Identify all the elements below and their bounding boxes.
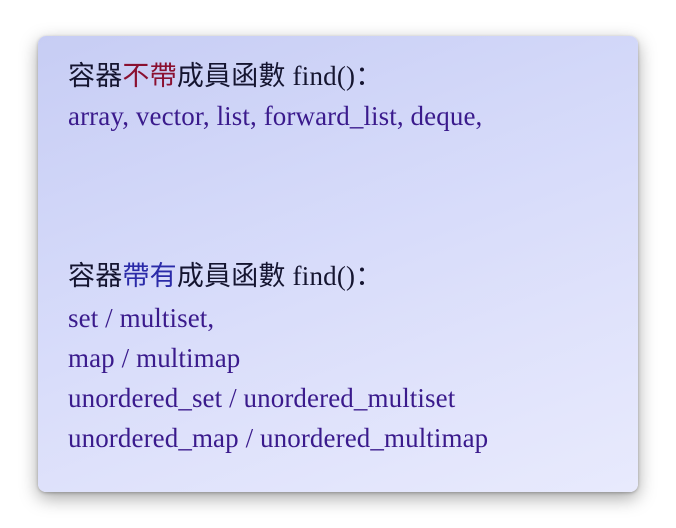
heading-highlight-with: 帶有 [122,261,177,291]
heading-suffix: 成員函數 find()： [176,61,383,91]
heading-prefix: 容器 [68,61,123,91]
heading-with-find: 容器帶有成員函數 find()： [68,260,382,292]
container-line-unordered-map: unordered_map / unordered_multimap [68,423,489,453]
container-line-set: set / multiset, [68,303,215,333]
container-line-map: map / multimap [68,343,241,373]
heading-prefix: 容器 [68,261,123,291]
screenshot-stage: 容器不帶成員函數 find()： array, vector, list, fo… [0,0,676,528]
containers-without-find: array, vector, list, forward_list, deque… [68,101,483,131]
container-line-unordered-set: unordered_set / unordered_multiset [68,383,456,413]
presentation-slide: 容器不帶成員函數 find()： array, vector, list, fo… [38,36,638,492]
heading-highlight-without: 不帶 [122,61,177,91]
heading-suffix: 成員函數 find()： [176,261,383,291]
heading-without-find: 容器不帶成員函數 find()： [68,60,382,92]
